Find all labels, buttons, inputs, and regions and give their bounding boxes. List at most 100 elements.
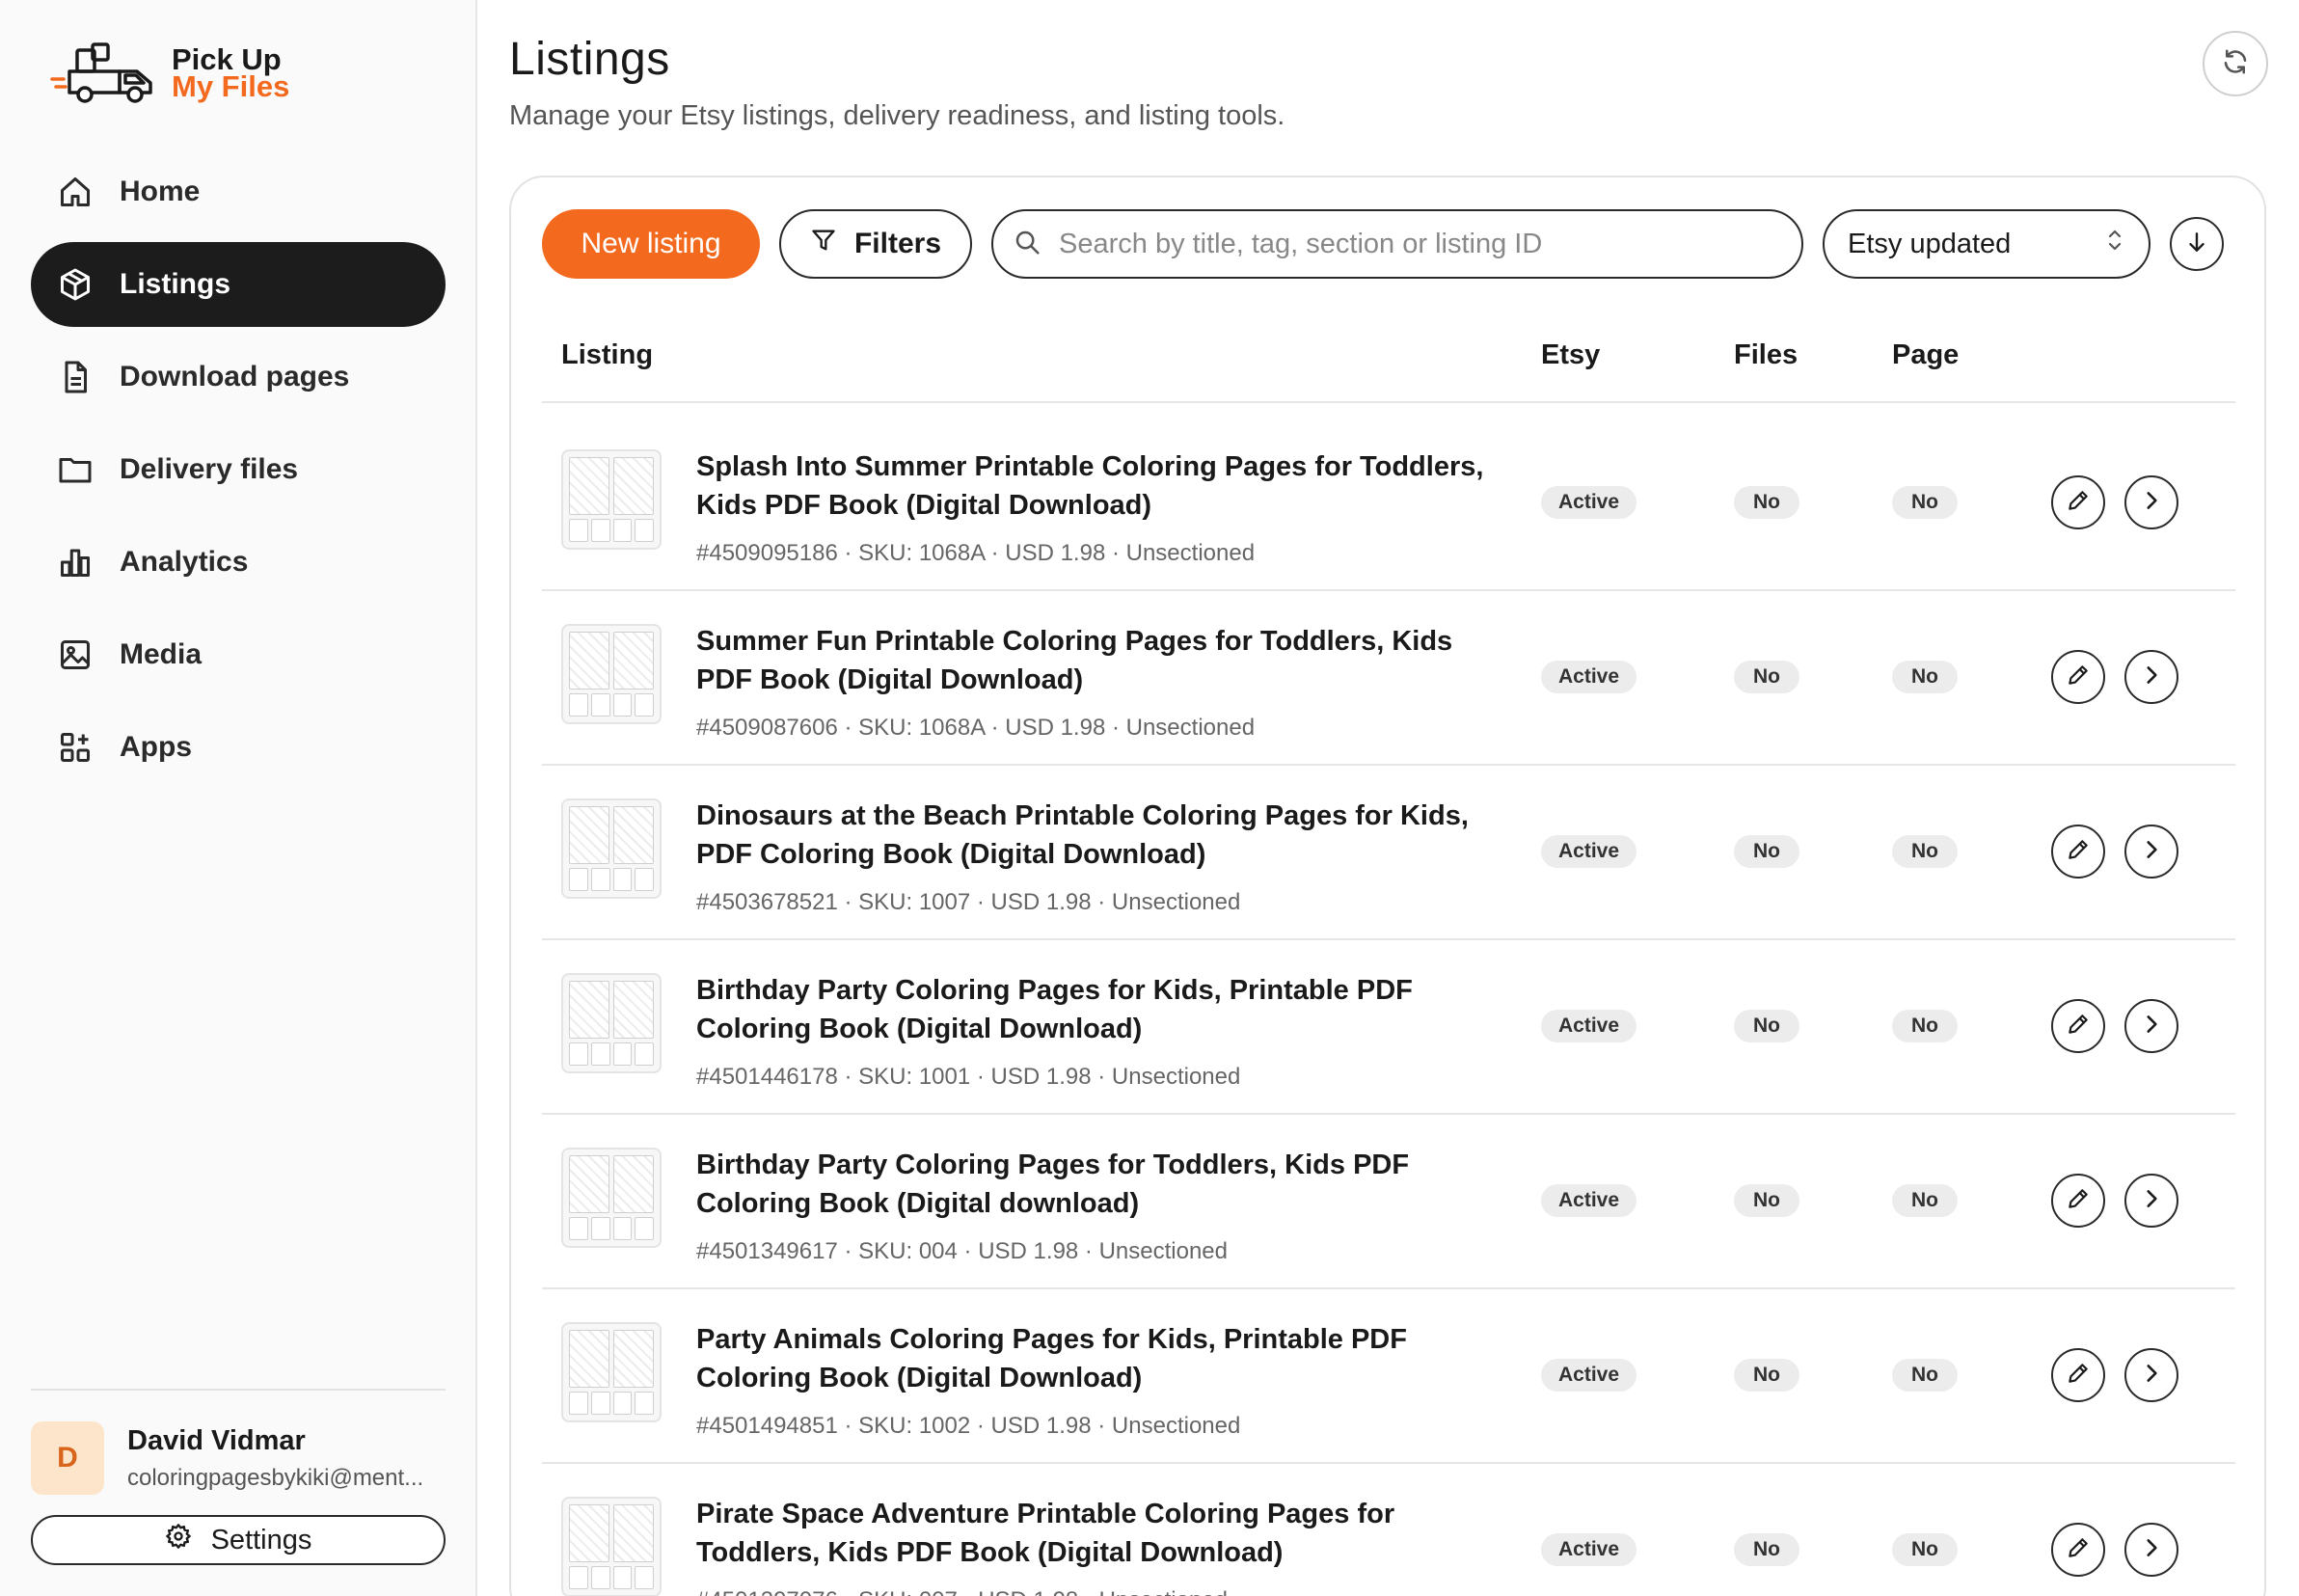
- open-button[interactable]: [2124, 825, 2178, 879]
- listing-meta: #4501397076 · SKU: 007 · USD 1.98 · Unse…: [696, 1587, 1228, 1596]
- open-button[interactable]: [2124, 650, 2178, 704]
- edit-button[interactable]: [2051, 999, 2105, 1053]
- column-header-listing[interactable]: Listing: [561, 339, 653, 371]
- brand-logo[interactable]: Pick Up My Files: [50, 37, 289, 110]
- chevron-right-icon: [2139, 1361, 2164, 1391]
- listing-title[interactable]: Pirate Space Adventure Printable Colorin…: [696, 1495, 1506, 1572]
- open-button[interactable]: [2124, 475, 2178, 529]
- table-row[interactable]: Summer Fun Printable Coloring Pages for …: [542, 591, 2235, 766]
- etsy-status-badge: Active: [1541, 1533, 1637, 1566]
- sidebar-item-download-pages[interactable]: Download pages: [31, 335, 446, 419]
- pencil-icon: [2066, 1535, 2091, 1565]
- user-profile[interactable]: D David Vidmar coloringpagesbykiki@ment.…: [31, 1421, 455, 1495]
- sidebar-item-home[interactable]: Home: [31, 149, 446, 234]
- table-row[interactable]: Dinosaurs at the Beach Printable Colorin…: [542, 766, 2235, 940]
- page-status-badge: No: [1892, 1359, 1958, 1392]
- edit-button[interactable]: [2051, 1174, 2105, 1228]
- listings-table-body: Splash Into Summer Printable Coloring Pa…: [542, 417, 2235, 1596]
- table-row[interactable]: Birthday Party Coloring Pages for Kids, …: [542, 940, 2235, 1115]
- listing-title[interactable]: Party Animals Coloring Pages for Kids, P…: [696, 1320, 1506, 1397]
- open-button[interactable]: [2124, 1523, 2178, 1577]
- listing-title[interactable]: Birthday Party Coloring Pages for Toddle…: [696, 1146, 1506, 1223]
- search-input[interactable]: [1059, 228, 1792, 260]
- listing-thumbnail: [561, 798, 662, 899]
- sidebar-divider: [31, 1389, 446, 1391]
- pencil-icon: [2066, 1361, 2091, 1391]
- edit-button[interactable]: [2051, 650, 2105, 704]
- files-status-badge: No: [1734, 1184, 1799, 1217]
- sidebar-item-media[interactable]: Media: [31, 612, 446, 697]
- search-icon: [1013, 228, 1041, 261]
- listing-thumbnail: [561, 1148, 662, 1248]
- table-row[interactable]: Pirate Space Adventure Printable Colorin…: [542, 1464, 2235, 1596]
- edit-button[interactable]: [2051, 475, 2105, 529]
- sort-direction-button[interactable]: [2170, 217, 2224, 271]
- edit-button[interactable]: [2051, 1348, 2105, 1402]
- toolbar: New listing Filters Etsy updated: [542, 209, 2235, 279]
- search-box: [991, 209, 1803, 279]
- settings-button[interactable]: Settings: [31, 1515, 446, 1565]
- open-button[interactable]: [2124, 999, 2178, 1053]
- refresh-icon: [2221, 47, 2250, 81]
- column-header-page[interactable]: Page: [1892, 339, 1959, 371]
- sidebar-item-label: Apps: [120, 731, 192, 763]
- table-row[interactable]: Birthday Party Coloring Pages for Toddle…: [542, 1115, 2235, 1289]
- chevron-right-icon: [2139, 1186, 2164, 1216]
- chevron-right-icon: [2139, 663, 2164, 692]
- pencil-icon: [2066, 1186, 2091, 1216]
- new-listing-button[interactable]: New listing: [542, 209, 760, 279]
- app: Pick Up My Files Home Listings Download …: [0, 0, 2299, 1596]
- sort-select[interactable]: Etsy updated: [1823, 209, 2150, 279]
- listing-title[interactable]: Dinosaurs at the Beach Printable Colorin…: [696, 797, 1506, 874]
- chevron-right-icon: [2139, 1535, 2164, 1565]
- truck-logo-icon: [50, 42, 152, 103]
- listing-thumbnail: [561, 973, 662, 1073]
- edit-button[interactable]: [2051, 1523, 2105, 1577]
- page-status-badge: No: [1892, 486, 1958, 519]
- table-row[interactable]: Party Animals Coloring Pages for Kids, P…: [542, 1289, 2235, 1464]
- listing-meta: #4501446178 · SKU: 1001 · USD 1.98 · Uns…: [696, 1064, 1241, 1090]
- refresh-button[interactable]: [2203, 31, 2268, 96]
- listing-title[interactable]: Summer Fun Printable Coloring Pages for …: [696, 622, 1506, 699]
- files-status-badge: No: [1734, 661, 1799, 693]
- listing-thumbnail: [561, 624, 662, 724]
- listings-panel: New listing Filters Etsy updated: [509, 176, 2266, 1596]
- filters-button[interactable]: Filters: [779, 209, 972, 279]
- arrow-down-icon: [2184, 230, 2209, 259]
- sidebar-item-apps[interactable]: Apps: [31, 705, 446, 790]
- page-status-badge: No: [1892, 1533, 1958, 1566]
- filter-icon: [810, 227, 837, 261]
- sidebar-item-label: Home: [120, 176, 201, 207]
- files-status-badge: No: [1734, 835, 1799, 868]
- sidebar-item-listings[interactable]: Listings: [31, 242, 446, 327]
- listing-title[interactable]: Splash Into Summer Printable Coloring Pa…: [696, 447, 1506, 525]
- listing-title[interactable]: Birthday Party Coloring Pages for Kids, …: [696, 971, 1506, 1048]
- sidebar-item-label: Download pages: [120, 361, 350, 392]
- listing-thumbnail: [561, 449, 662, 550]
- pencil-icon: [2066, 837, 2091, 867]
- sort-select-value: Etsy updated: [1848, 228, 2012, 259]
- listing-meta: #4509095186 · SKU: 1068A · USD 1.98 · Un…: [696, 540, 1256, 566]
- column-header-etsy[interactable]: Etsy: [1541, 339, 1600, 371]
- pencil-icon: [2066, 1012, 2091, 1041]
- box-icon: [56, 265, 95, 304]
- etsy-status-badge: Active: [1541, 835, 1637, 868]
- chevron-right-icon: [2139, 837, 2164, 867]
- user-email: coloringpagesbykiki@ment...: [127, 1464, 424, 1491]
- etsy-status-badge: Active: [1541, 1010, 1637, 1042]
- listing-meta: #4501494851 · SKU: 1002 · USD 1.98 · Uns…: [696, 1413, 1241, 1439]
- page-title: Listings: [509, 34, 670, 85]
- sidebar-item-delivery-files[interactable]: Delivery files: [31, 427, 446, 512]
- main-content: Listings Manage your Etsy listings, deli…: [477, 0, 2299, 1596]
- sidebar-item-label: Analytics: [120, 546, 249, 578]
- column-header-files[interactable]: Files: [1734, 339, 1798, 371]
- page-subtitle: Manage your Etsy listings, delivery read…: [509, 100, 1285, 131]
- listing-meta: #4503678521 · SKU: 1007 · USD 1.98 · Uns…: [696, 889, 1241, 915]
- table-row[interactable]: Splash Into Summer Printable Coloring Pa…: [542, 417, 2235, 591]
- open-button[interactable]: [2124, 1174, 2178, 1228]
- edit-button[interactable]: [2051, 825, 2105, 879]
- sidebar-item-analytics[interactable]: Analytics: [31, 520, 446, 605]
- chevron-up-down-icon: [2104, 227, 2125, 261]
- page-status-badge: No: [1892, 1184, 1958, 1217]
- open-button[interactable]: [2124, 1348, 2178, 1402]
